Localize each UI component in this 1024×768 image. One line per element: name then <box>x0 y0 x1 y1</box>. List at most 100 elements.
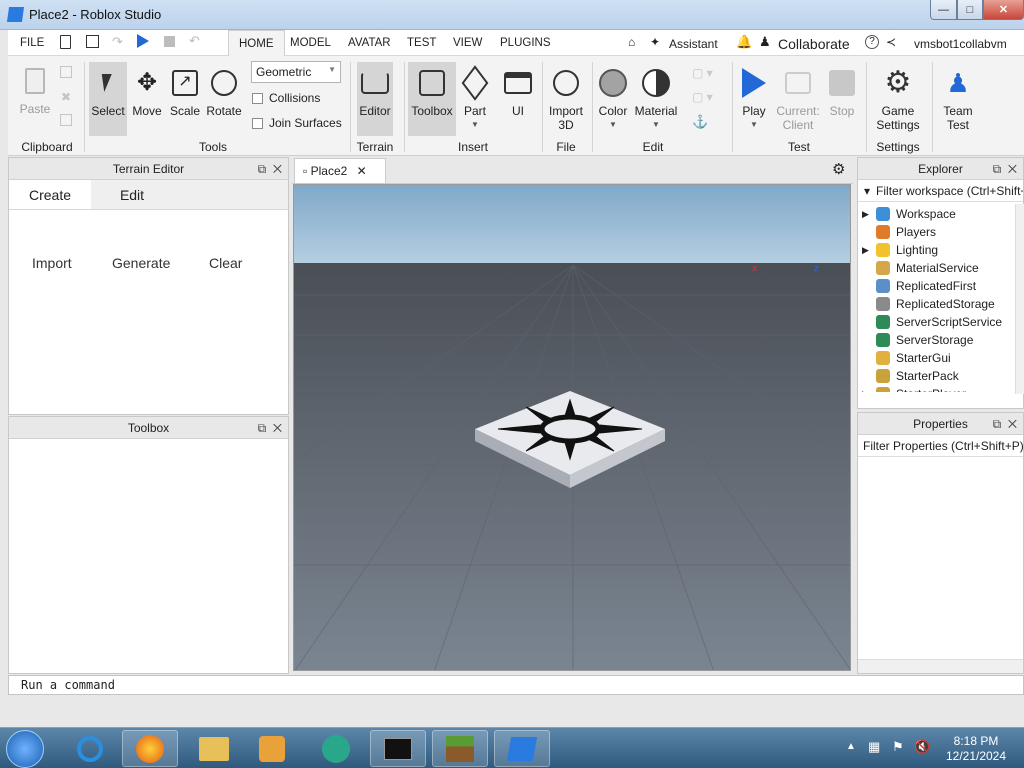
explorer-item[interactable]: MaterialService <box>862 259 979 277</box>
explorer-item[interactable]: ReplicatedStorage <box>862 295 995 313</box>
assistant-button[interactable]: Assistant <box>669 37 718 51</box>
notification-icon[interactable]: 🔔 <box>736 34 752 50</box>
game-settings-button[interactable]: ⚙ Game Settings <box>870 66 926 133</box>
file-explorer-icon[interactable] <box>186 730 242 767</box>
play-icon[interactable] <box>137 34 149 48</box>
toolbox-button[interactable]: Toolbox <box>408 62 456 136</box>
paste-button[interactable]: Paste <box>14 64 56 116</box>
undock-icon[interactable]: ⧉ <box>258 421 267 435</box>
tab-plugins[interactable]: PLUGINS <box>500 37 551 49</box>
user-name[interactable]: vmsbot1collabvm <box>914 37 1007 51</box>
team-test-button[interactable]: ♟ Team Test <box>936 66 980 132</box>
explorer-item[interactable]: Players <box>862 223 936 241</box>
join-surfaces-checkbox[interactable]: Join Surfaces <box>252 116 342 130</box>
tab-test[interactable]: TEST <box>407 37 436 49</box>
copy-icon[interactable] <box>60 66 72 78</box>
explorer-item[interactable]: ▶ Workspace <box>862 205 956 223</box>
close-panel-icon[interactable]: ✕ <box>1008 417 1017 431</box>
tab-place2[interactable]: ▫ Place2 ✕ <box>294 158 386 183</box>
view-settings-icon[interactable]: ⚙ <box>832 160 845 178</box>
ie-icon[interactable] <box>62 730 118 767</box>
expand-arrow-icon[interactable]: ▶ <box>862 389 874 393</box>
collisions-checkbox[interactable]: Collisions <box>252 91 320 105</box>
flag-icon[interactable]: ⚑ <box>892 739 904 755</box>
tab-create[interactable]: Create <box>9 180 91 209</box>
undo-icon[interactable]: ↶ <box>189 33 200 49</box>
maximize-button[interactable]: □ <box>957 0 983 20</box>
new-file-icon[interactable] <box>60 35 71 49</box>
move-tool-button[interactable]: ✥ Move <box>128 66 166 119</box>
explorer-item[interactable]: ServerStorage <box>862 331 973 349</box>
open-icon[interactable] <box>86 35 99 48</box>
import-terrain-button[interactable]: Import <box>32 255 72 271</box>
lock-icon[interactable]: ▢ ▾ <box>692 90 713 104</box>
clock[interactable]: 8:18 PM 12/21/2024 <box>936 734 1016 764</box>
current-client-button[interactable]: Current: Client <box>774 66 822 132</box>
part-button[interactable]: Part ▼ <box>458 65 492 132</box>
close-panel-icon[interactable]: ✕ <box>1008 162 1017 176</box>
tab-home[interactable]: HOME <box>228 30 285 57</box>
explorer-scrollbar[interactable] <box>1015 204 1024 394</box>
close-button[interactable]: ✕ <box>983 0 1024 20</box>
select-tool-button[interactable]: Select <box>89 62 127 136</box>
chat-icon[interactable] <box>308 730 364 767</box>
rotate-tool-button[interactable]: Rotate <box>204 66 244 118</box>
redo-icon[interactable]: ↷ <box>112 34 123 50</box>
help-icon[interactable]: ? <box>865 35 879 49</box>
firefox-icon[interactable] <box>122 730 178 767</box>
close-panel-icon[interactable]: ✕ <box>273 421 282 435</box>
clear-terrain-button[interactable]: Clear <box>209 255 242 271</box>
stop-icon[interactable] <box>164 36 175 47</box>
transform-mode-dropdown[interactable]: Geometric ▼ <box>251 61 341 83</box>
anchor-icon[interactable]: ⚓ <box>692 114 708 130</box>
minecraft-icon[interactable] <box>432 730 488 767</box>
volume-muted-icon[interactable]: 🔇 <box>914 739 930 755</box>
close-tab-icon[interactable]: ✕ <box>357 164 367 178</box>
explorer-filter[interactable]: ▾ Filter workspace (Ctrl+Shift+X) <box>858 180 1023 202</box>
properties-scrollbar[interactable] <box>858 659 1023 673</box>
tab-avatar[interactable]: AVATAR <box>348 37 391 49</box>
menu-file[interactable]: FILE <box>20 37 44 49</box>
duplicate-icon[interactable] <box>60 114 72 126</box>
3d-viewport[interactable]: x z <box>293 184 851 671</box>
explorer-item[interactable]: ServerScriptService <box>862 313 1002 331</box>
start-button[interactable] <box>6 730 44 768</box>
close-panel-icon[interactable]: ✕ <box>273 162 282 176</box>
undock-icon[interactable]: ⧉ <box>258 162 267 176</box>
stop-button[interactable]: Stop <box>824 66 860 118</box>
roblox-studio-taskbar-icon[interactable] <box>494 730 550 767</box>
generate-terrain-button[interactable]: Generate <box>112 255 170 271</box>
tab-model[interactable]: MODEL <box>290 37 331 49</box>
cut-icon[interactable]: ✖ <box>61 90 71 104</box>
explorer-item[interactable]: ▶ Lighting <box>862 241 938 259</box>
network-icon[interactable]: ▦ <box>868 739 880 755</box>
ui-button[interactable]: UI <box>500 66 536 118</box>
explorer-item[interactable]: ▶ StarterPlayer <box>862 385 966 392</box>
home-icon[interactable]: ⌂ <box>628 35 635 49</box>
tray-expand-icon[interactable]: ▲ <box>846 741 856 752</box>
expand-arrow-icon[interactable]: ▶ <box>862 245 874 256</box>
minimize-button[interactable]: — <box>930 0 957 20</box>
tab-edit[interactable]: Edit <box>91 180 173 209</box>
explorer-item[interactable]: StarterGui <box>862 349 951 367</box>
undock-icon[interactable]: ⧉ <box>993 417 1002 431</box>
command-prompt-icon[interactable] <box>370 730 426 767</box>
expand-arrow-icon[interactable]: ▶ <box>862 209 874 220</box>
explorer-item[interactable]: ReplicatedFirst <box>862 277 976 295</box>
collaborate-button[interactable]: Collaborate <box>778 36 850 52</box>
material-button[interactable]: Material ▼ <box>634 66 678 132</box>
explorer-item[interactable]: StarterPack <box>862 367 959 385</box>
command-bar[interactable]: Run a command <box>8 675 1024 695</box>
media-player-icon[interactable] <box>244 730 300 767</box>
terrain-editor-title: Terrain Editor <box>112 162 185 176</box>
undock-icon[interactable]: ⧉ <box>993 162 1002 176</box>
share-icon[interactable]: ≺ <box>886 35 896 49</box>
tab-view[interactable]: VIEW <box>453 37 482 49</box>
play-button[interactable]: Play ▼ <box>736 66 772 132</box>
scale-tool-button[interactable]: ↗ Scale <box>166 66 204 118</box>
color-button[interactable]: Color ▼ <box>595 66 631 132</box>
group-icon[interactable]: ▢ ▾ <box>692 66 713 80</box>
terrain-editor-button[interactable]: Editor <box>357 62 393 136</box>
properties-filter[interactable]: Filter Properties (Ctrl+Shift+P) <box>858 435 1023 457</box>
import-3d-button[interactable]: Import 3D <box>544 66 588 132</box>
